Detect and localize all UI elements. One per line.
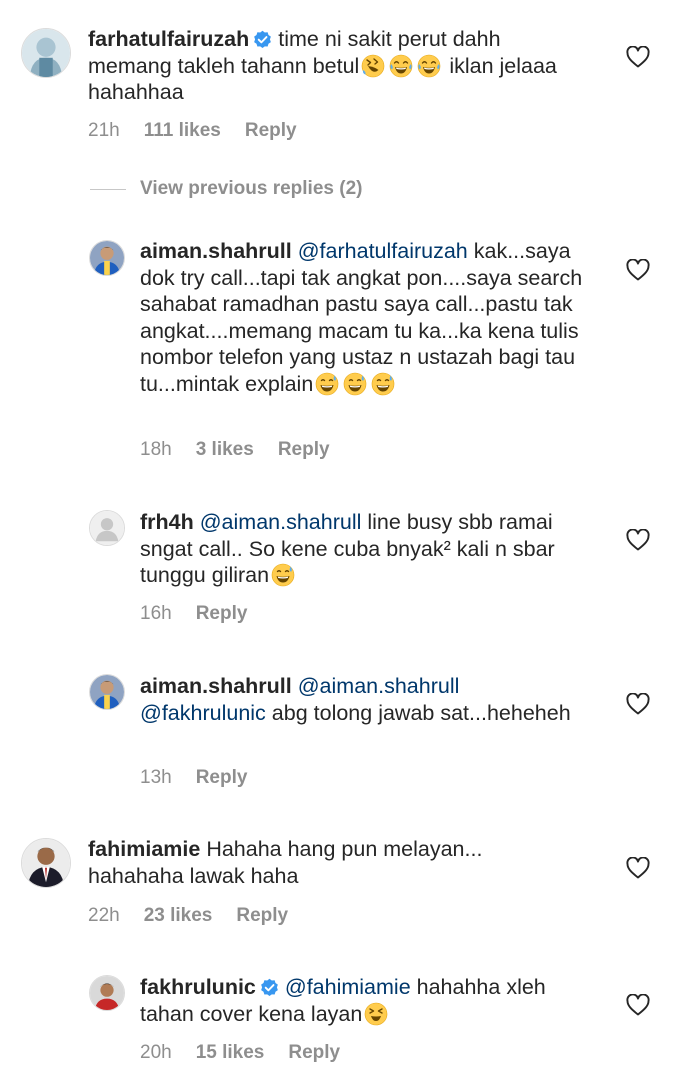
username[interactable]: frh4h [140,510,194,534]
avatar[interactable] [21,838,71,888]
laughing-emoji-icon [364,1002,388,1026]
comment-meta: 18h 3 likes Reply [140,439,354,461]
mention-link[interactable]: @fahimiamie [285,975,411,999]
rofl-emoji-icon [361,54,385,78]
username[interactable]: fahimiamie [88,837,200,861]
avatar[interactable] [89,510,125,546]
comment-meta: 21h 111 likes Reply [88,120,321,142]
comment-text: fahimiamie Hahaha hang pun melayan... ha… [88,836,528,889]
reply-button[interactable]: Reply [196,767,248,788]
sweat-smile-emoji-icon [343,372,367,396]
comment-meta: 16h Reply [140,603,271,625]
like-heart-icon[interactable] [626,994,650,1016]
mention-link[interactable]: @fakhrulunic [140,701,266,725]
reply-button[interactable]: Reply [196,603,248,624]
comment-meta: 22h 23 likes Reply [88,905,312,927]
timestamp: 22h [88,905,120,926]
avatar[interactable] [89,975,125,1011]
comment-text: aiman.shahrull @aiman.shahrull @fakhrulu… [140,673,600,726]
likes-count[interactable]: 15 likes [196,1042,265,1063]
sweat-smile-emoji-icon [371,372,395,396]
verified-icon [253,30,272,49]
timestamp: 21h [88,120,120,141]
timestamp: 13h [140,767,172,788]
reply-button[interactable]: Reply [278,439,330,460]
comment-text: aiman.shahrull @farhatulfairuzah kak...s… [140,238,600,397]
timestamp: 20h [140,1042,172,1063]
comment-meta: 20h 15 likes Reply [140,1042,364,1064]
view-previous-replies[interactable]: View previous replies (2) [90,178,362,200]
avatar[interactable] [21,28,71,78]
verified-icon [260,978,279,997]
like-heart-icon[interactable] [626,529,650,551]
like-heart-icon[interactable] [626,693,650,715]
avatar[interactable] [89,674,125,710]
joy-emoji-icon [417,54,441,78]
mention-link[interactable]: @aiman.shahrull [200,510,362,534]
comment-body: abg tolong jawab sat...heheheh [271,700,571,725]
mention-link[interactable]: @farhatulfairuzah [298,239,468,263]
username[interactable]: aiman.shahrull [140,239,292,263]
likes-count[interactable]: 23 likes [144,905,213,926]
sweat-smile-emoji-icon [271,563,295,587]
reply-button[interactable]: Reply [245,120,297,141]
comment-meta: 13h Reply [140,767,271,789]
comment-text: farhatulfairuzah time ni sakit perut dah… [88,26,558,106]
likes-count[interactable]: 111 likes [144,120,221,141]
mention-link[interactable]: @aiman.shahrull [298,674,460,698]
avatar[interactable] [89,240,125,276]
view-previous-label[interactable]: View previous replies (2) [140,178,362,200]
username[interactable]: aiman.shahrull [140,674,292,698]
likes-count[interactable]: 3 likes [196,439,254,460]
divider-line [90,188,126,190]
reply-button[interactable]: Reply [288,1042,340,1063]
comment-text: fakhrulunic @fahimiamie hahahha xleh tah… [140,974,600,1027]
timestamp: 16h [140,603,172,624]
username[interactable]: fakhrulunic [140,975,256,999]
joy-emoji-icon [389,54,413,78]
timestamp: 18h [140,439,172,460]
like-heart-icon[interactable] [626,259,650,281]
username[interactable]: farhatulfairuzah [88,27,249,51]
like-heart-icon[interactable] [626,857,650,879]
sweat-smile-emoji-icon [315,372,339,396]
reply-button[interactable]: Reply [236,905,288,926]
like-heart-icon[interactable] [626,46,650,68]
comment-text: frh4h @aiman.shahrull line busy sbb rama… [140,509,580,589]
